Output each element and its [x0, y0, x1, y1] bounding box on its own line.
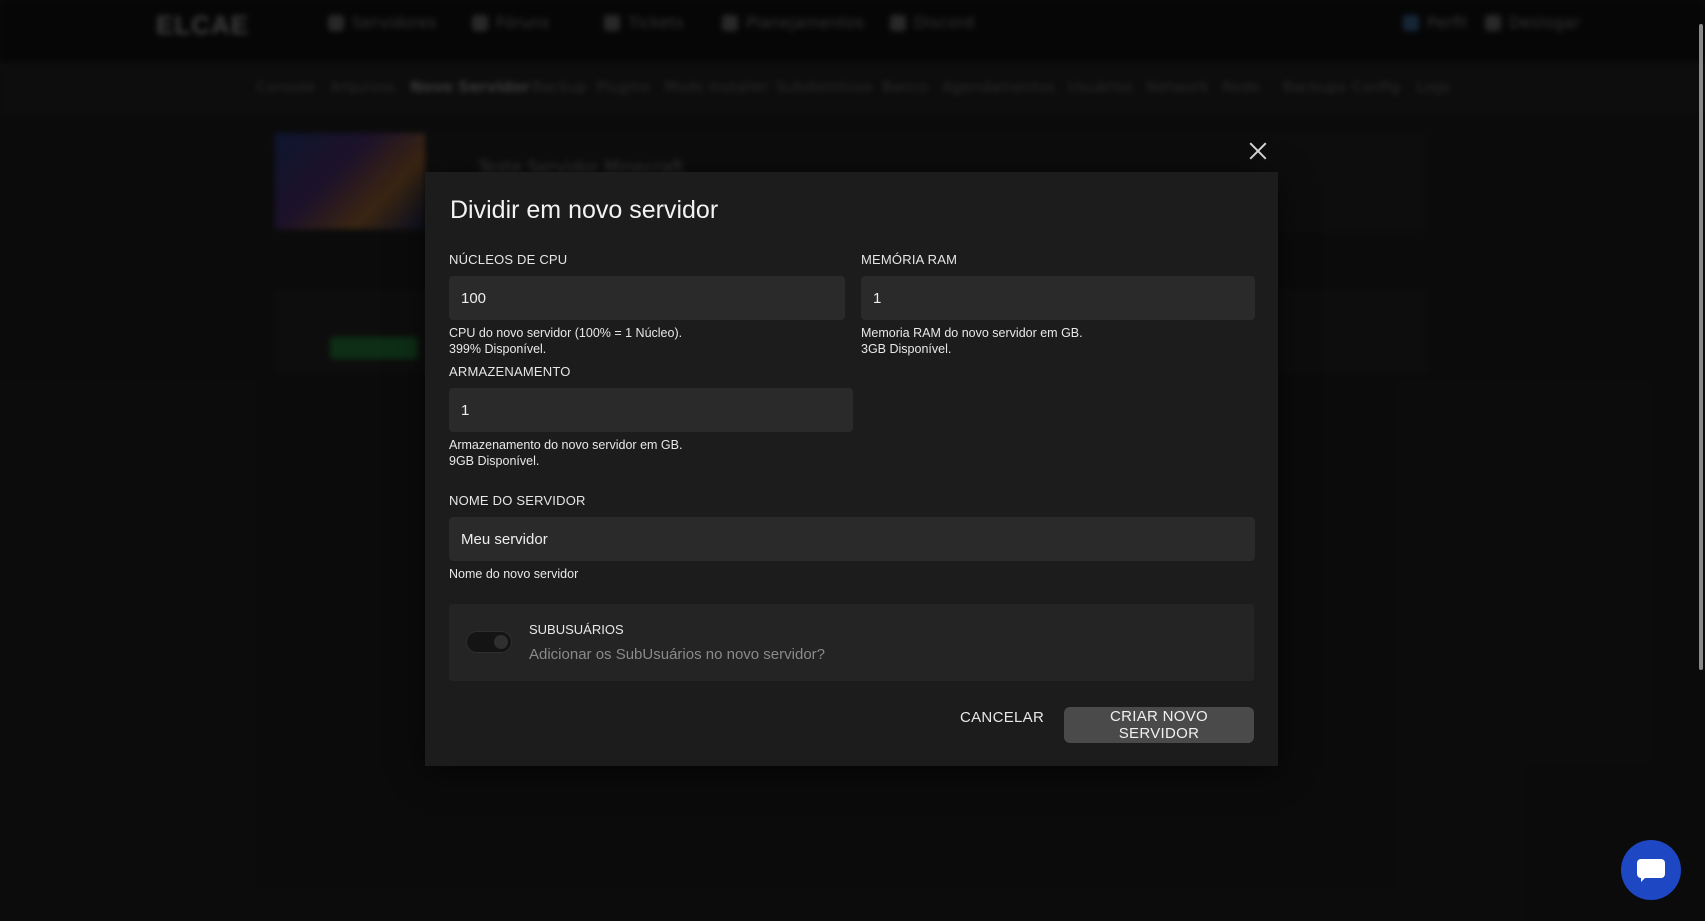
cpu-label: Núcleos de CPU	[449, 252, 568, 267]
split-server-modal: Dividir em novo servidor Núcleos de CPU …	[425, 172, 1278, 766]
toggle-knob	[494, 635, 508, 649]
server-name-label: Nome do servidor	[449, 493, 586, 508]
cpu-help: CPU do novo servidor (100% = 1 Núcleo). …	[449, 325, 682, 357]
cpu-input[interactable]	[449, 276, 845, 320]
page-scrollbar[interactable]	[1699, 24, 1703, 670]
ram-help-description: Memoria RAM do novo servidor em GB.	[861, 326, 1083, 340]
chat-bubble-tail	[1641, 876, 1653, 882]
storage-input[interactable]	[449, 388, 853, 432]
cpu-help-available: 399% Disponível.	[449, 342, 547, 356]
close-icon[interactable]	[1245, 138, 1271, 164]
subusers-description: Adicionar os SubUsuários no novo servido…	[529, 646, 825, 663]
subusers-toggle[interactable]	[466, 631, 512, 653]
storage-help-description: Armazenamento do novo servidor em GB.	[449, 438, 683, 452]
ram-input[interactable]	[861, 276, 1255, 320]
cancel-button[interactable]: CANCELAR	[954, 699, 1044, 735]
server-name-input[interactable]	[449, 517, 1255, 561]
modal-title: Dividir em novo servidor	[450, 196, 719, 224]
cpu-help-description: CPU do novo servidor (100% = 1 Núcleo).	[449, 326, 683, 340]
ram-help: Memoria RAM do novo servidor em GB. 3GB …	[861, 325, 1083, 357]
subusers-title: SubUsuários	[529, 622, 624, 637]
server-name-help: Nome do novo servidor	[449, 567, 579, 581]
storage-label: Armazenamento	[449, 364, 571, 379]
ram-help-available: 3GB Disponível.	[861, 342, 952, 356]
storage-help-available: 9GB Disponível.	[449, 454, 540, 468]
ram-label: Memória RAM	[861, 252, 958, 267]
chat-button[interactable]	[1621, 840, 1681, 900]
create-server-button[interactable]: CRIAR NOVO SERVIDOR	[1064, 707, 1254, 743]
subusers-section: SubUsuários Adicionar os SubUsuários no …	[449, 604, 1254, 681]
storage-help: Armazenamento do novo servidor em GB. 9G…	[449, 437, 682, 469]
